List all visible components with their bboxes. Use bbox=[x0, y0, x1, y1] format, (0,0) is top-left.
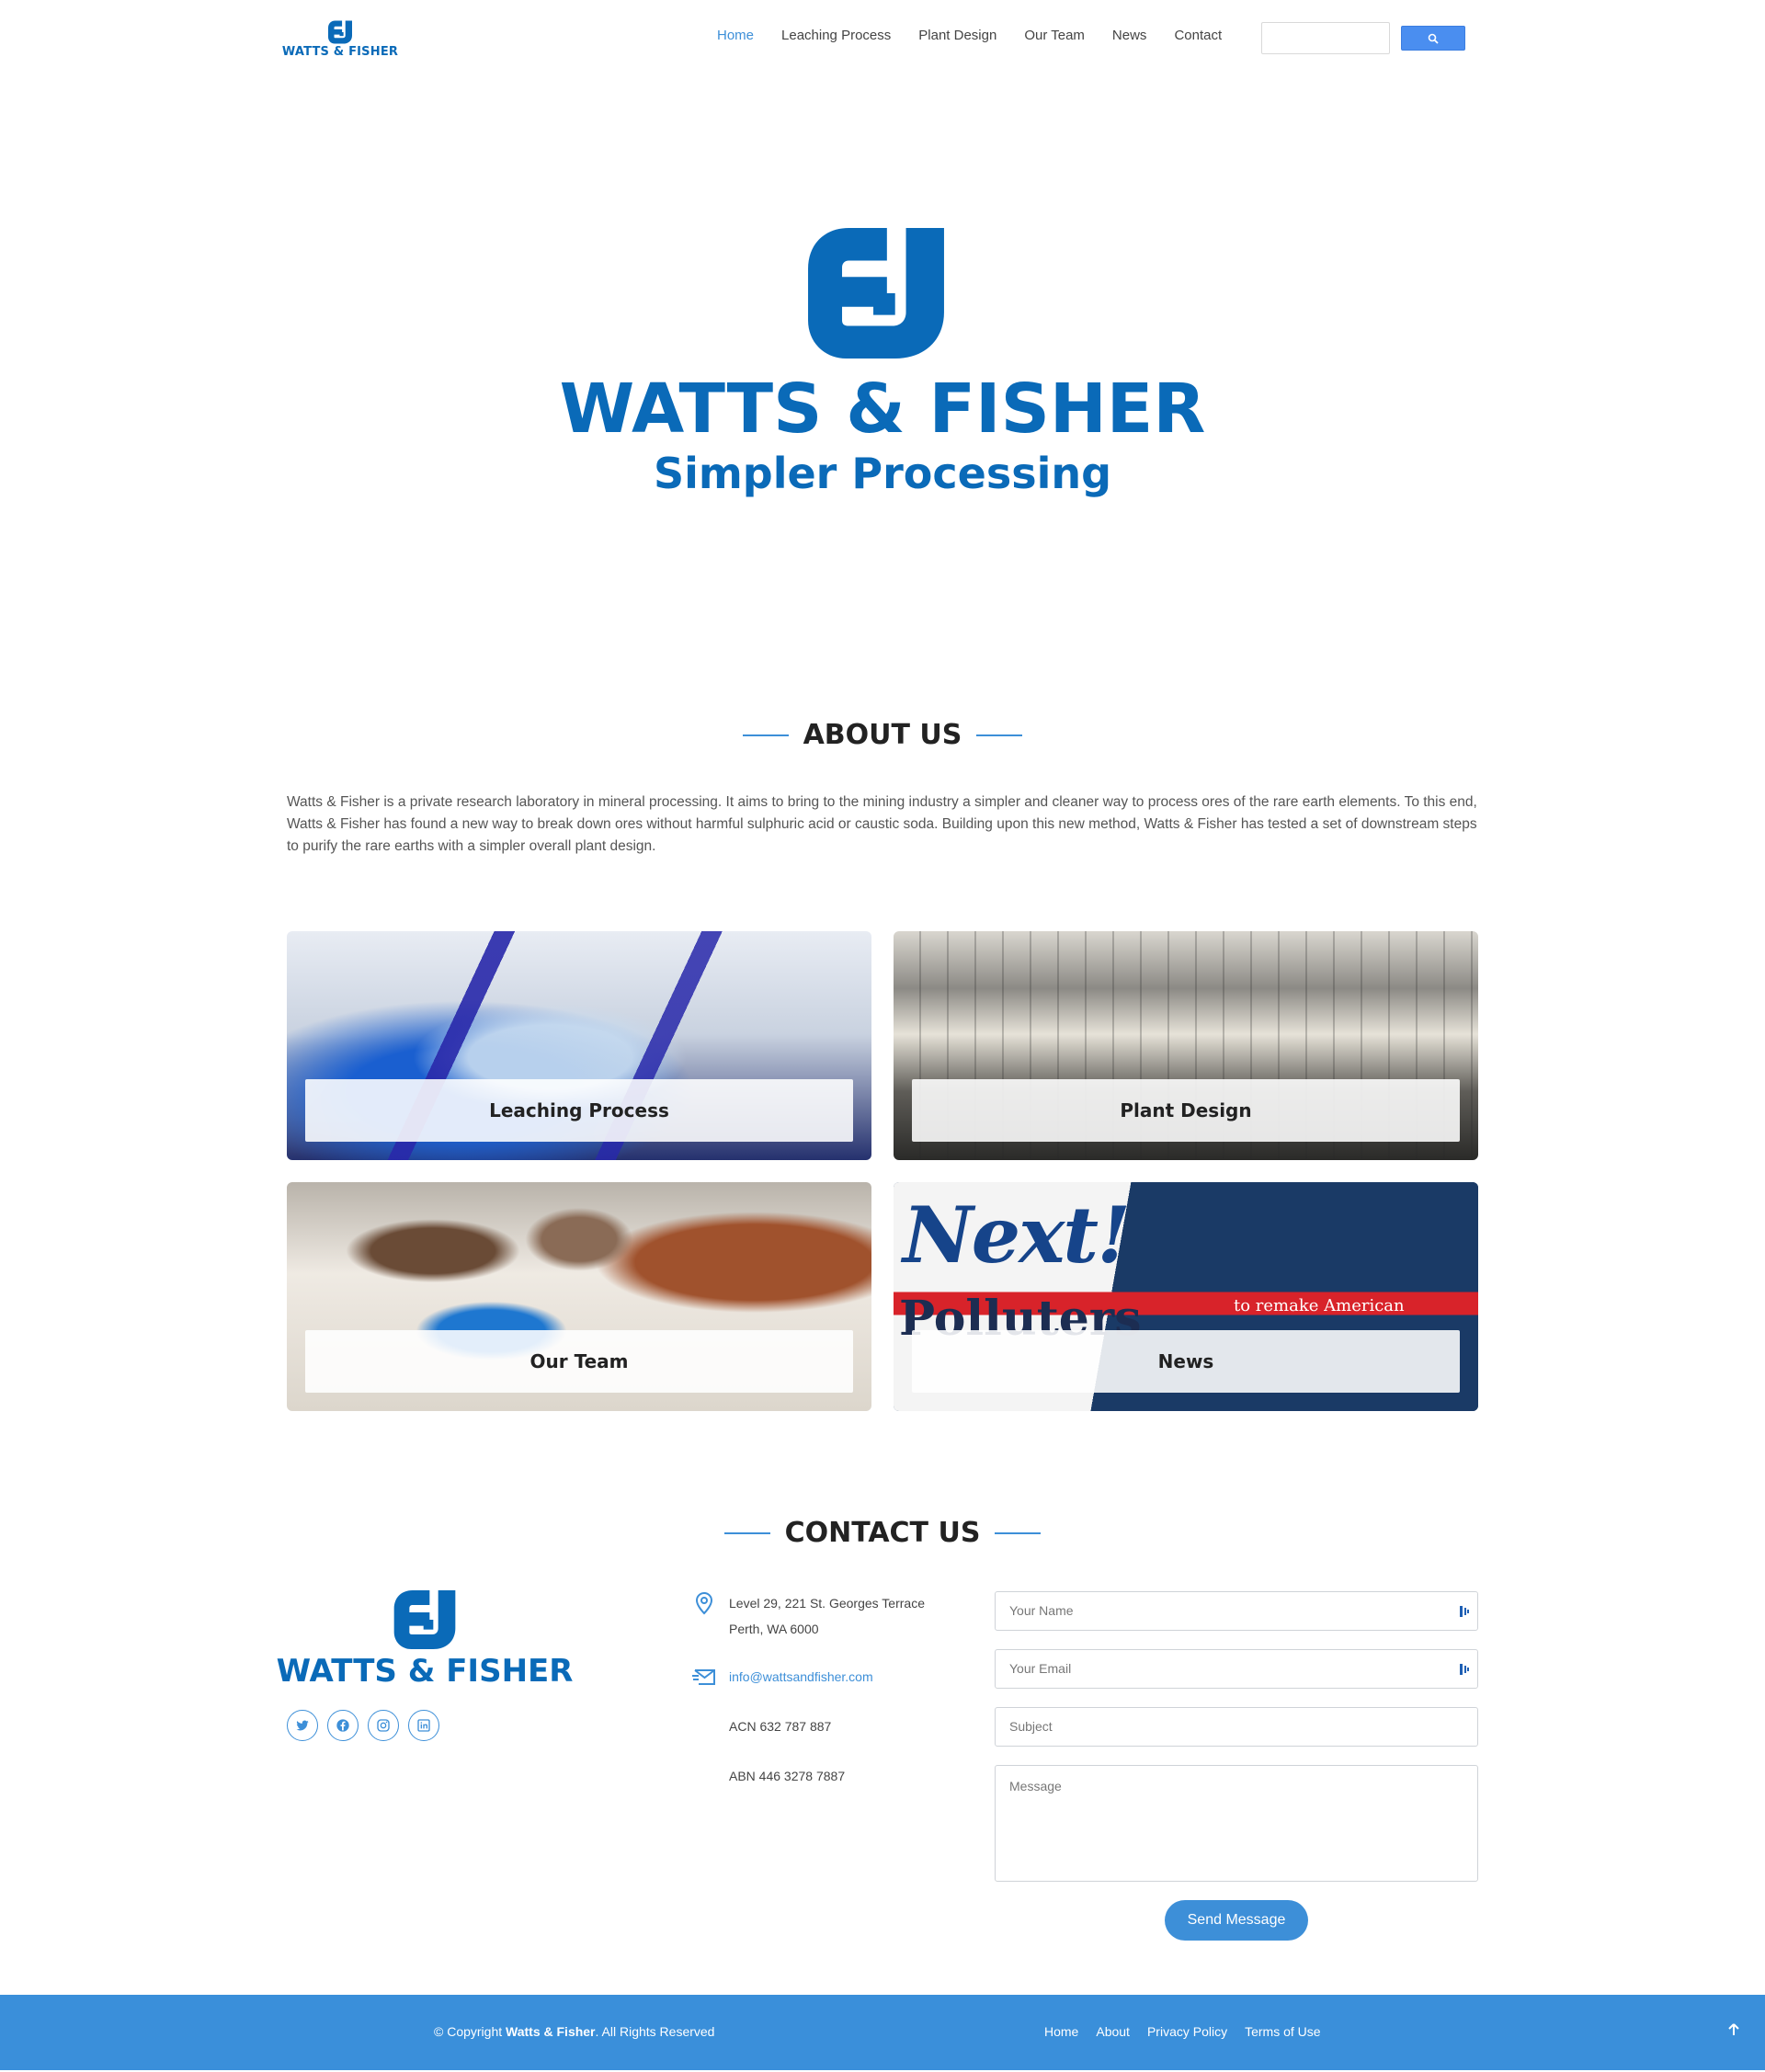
nav-contact[interactable]: Contact bbox=[1174, 28, 1222, 43]
logo-wordmark: WATTS & FISHER bbox=[276, 1653, 574, 1690]
logo-mark-icon bbox=[393, 1590, 456, 1649]
search-icon bbox=[1428, 33, 1439, 44]
acn-text: ACN 632 787 887 bbox=[729, 1719, 832, 1734]
card-label: Plant Design bbox=[912, 1079, 1460, 1142]
nav-our-team[interactable]: Our Team bbox=[1024, 28, 1085, 43]
copyright-text: © Copyright Watts & Fisher. All Rights R… bbox=[434, 2024, 714, 2039]
hero-title: WATTS & FISHER bbox=[559, 370, 1206, 449]
card-label: Our Team bbox=[305, 1330, 853, 1393]
hero-subtitle: Simpler Processing bbox=[653, 449, 1112, 498]
nav-plant-design[interactable]: Plant Design bbox=[918, 28, 996, 43]
about-title: ABOUT US bbox=[803, 719, 962, 751]
nav-home[interactable]: Home bbox=[717, 28, 754, 43]
news-image-text: to remake American bbox=[1234, 1296, 1405, 1315]
card-leaching-process[interactable]: Leaching Process bbox=[287, 931, 871, 1160]
contact-title: CONTACT US bbox=[784, 1517, 981, 1549]
footer-links: Home About Privacy Policy Terms of Use bbox=[1044, 2024, 1338, 2039]
email-link[interactable]: info@wattsandfisher.com bbox=[729, 1664, 873, 1690]
abn-text: ABN 446 3278 7887 bbox=[729, 1769, 846, 1783]
footer-link-privacy-policy[interactable]: Privacy Policy bbox=[1147, 2024, 1227, 2039]
email-field[interactable]: Your Email bbox=[995, 1649, 1478, 1689]
card-label: Leaching Process bbox=[305, 1079, 853, 1142]
logo-wordmark: WATTS & FISHER bbox=[281, 45, 399, 59]
site-header: WATTS & FISHER Home Leaching Process Pla… bbox=[0, 0, 1765, 81]
address-line2: Perth, WA 6000 bbox=[729, 1622, 819, 1636]
send-message-button[interactable]: Send Message bbox=[1165, 1900, 1308, 1941]
email-placeholder: Your Email bbox=[1009, 1661, 1072, 1676]
card-news[interactable]: Next! Polluters to remake American News bbox=[894, 1182, 1478, 1411]
footer-link-terms-of-use[interactable]: Terms of Use bbox=[1245, 2024, 1320, 2039]
message-field[interactable]: Message bbox=[995, 1765, 1478, 1882]
search-button[interactable] bbox=[1401, 26, 1465, 51]
copyright-suffix: . All Rights Reserved bbox=[595, 2024, 715, 2039]
card-plant-design[interactable]: Plant Design bbox=[894, 931, 1478, 1160]
password-manager-icon[interactable] bbox=[1459, 1604, 1470, 1619]
footer-link-home[interactable]: Home bbox=[1044, 2024, 1078, 2039]
copyright-prefix: © Copyright bbox=[434, 2024, 507, 2039]
twitter-icon[interactable] bbox=[287, 1710, 318, 1741]
search-input[interactable] bbox=[1261, 22, 1390, 54]
card-label: News bbox=[912, 1330, 1460, 1393]
map-pin-icon bbox=[695, 1591, 713, 1615]
main-nav: Home Leaching Process Plant Design Our T… bbox=[717, 28, 1249, 43]
nav-news[interactable]: News bbox=[1112, 28, 1147, 43]
logo-mark-icon bbox=[328, 20, 352, 44]
copyright-brand: Watts & Fisher bbox=[506, 2024, 596, 2039]
password-manager-icon[interactable] bbox=[1459, 1662, 1470, 1677]
heading-rule-right bbox=[976, 734, 1023, 736]
name-field[interactable]: Your Name bbox=[995, 1591, 1478, 1631]
hero-logo-mark-icon bbox=[808, 228, 944, 359]
name-placeholder: Your Name bbox=[1009, 1603, 1074, 1618]
news-image-text: Next! bbox=[903, 1190, 1131, 1281]
message-placeholder: Message bbox=[1009, 1779, 1062, 1793]
social-links bbox=[287, 1710, 449, 1741]
about-heading: ABOUT US bbox=[0, 719, 1765, 751]
instagram-icon[interactable] bbox=[368, 1710, 399, 1741]
heading-rule-right bbox=[995, 1531, 1042, 1534]
mail-icon bbox=[692, 1669, 715, 1685]
footer-link-about[interactable]: About bbox=[1096, 2024, 1130, 2039]
subject-field[interactable]: Subject bbox=[995, 1707, 1478, 1747]
card-our-team[interactable]: Our Team bbox=[287, 1182, 871, 1411]
linkedin-icon[interactable] bbox=[408, 1710, 439, 1741]
about-text: Watts & Fisher is a private research lab… bbox=[287, 794, 1477, 854]
contact-heading: CONTACT US bbox=[0, 1517, 1765, 1549]
address-line1: Level 29, 221 St. Georges Terrace bbox=[729, 1596, 925, 1611]
subject-placeholder: Subject bbox=[1009, 1719, 1053, 1734]
nav-leaching-process[interactable]: Leaching Process bbox=[781, 28, 891, 43]
facebook-icon[interactable] bbox=[327, 1710, 359, 1741]
site-footer: © Copyright Watts & Fisher. All Rights R… bbox=[0, 1995, 1765, 2070]
contact-logo: WATTS & FISHER bbox=[277, 1590, 573, 1690]
arrow-up-icon bbox=[1728, 2023, 1739, 2035]
heading-rule-left bbox=[723, 1531, 770, 1534]
back-to-top-button[interactable] bbox=[1721, 2017, 1747, 2043]
header-logo[interactable]: WATTS & FISHER bbox=[282, 20, 398, 61]
heading-rule-left bbox=[742, 734, 789, 736]
